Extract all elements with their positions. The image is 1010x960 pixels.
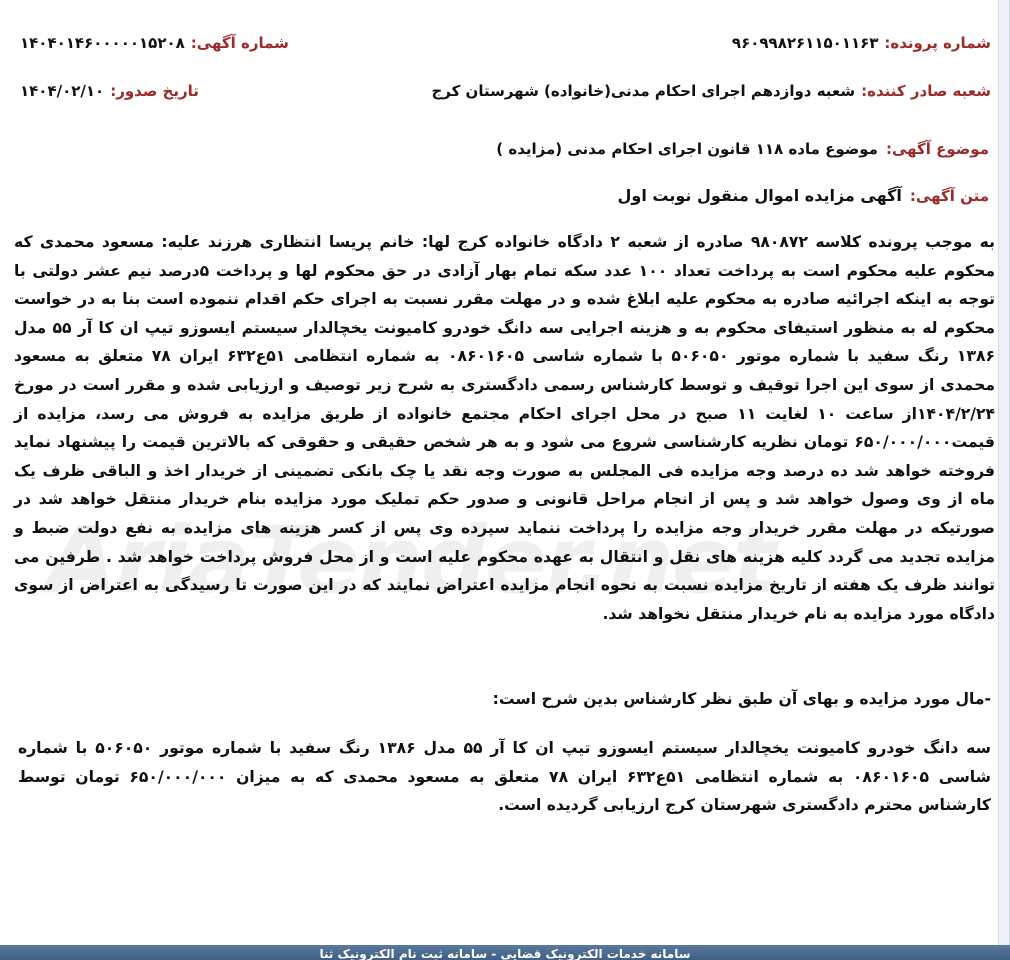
case-number: ۹۶۰۹۹۸۲۶۱۱۵۰۱۱۶۳: [731, 34, 879, 52]
notice-number: ۱۴۰۴۰۱۴۶۰۰۰۰۰۱۵۲۰۸: [20, 34, 185, 52]
meta-row-branch: تاریخ صدور: ۱۴۰۴/۰۲/۱۰ شعبه صادر کننده: …: [20, 76, 991, 106]
issuing-branch-label: شعبه صادر کننده:: [861, 82, 991, 100]
notice-text-label: متن آگهی:: [909, 186, 989, 205]
issuing-branch: شعبه دوازدهم اجرای احکام مدنی(خانواده) ش…: [431, 82, 856, 100]
notice-number-label: شماره آگهی:: [190, 34, 289, 52]
meta-row-numbers: شماره آگهی: ۱۴۰۴۰۱۴۶۰۰۰۰۰۱۵۲۰۸ شماره پرو…: [20, 28, 991, 58]
case-number-pair: شماره پرونده: ۹۶۰۹۹۸۲۶۱۱۵۰۱۱۶۳: [732, 34, 991, 52]
issue-date: ۱۴۰۴/۰۲/۱۰: [20, 82, 105, 100]
case-number-label: شماره پرونده:: [884, 34, 991, 52]
subject-value: موضوع ماده ۱۱۸ قانون اجرای احکام مدنی (م…: [496, 140, 878, 158]
notice-text-row: متن آگهی: آگهی مزایده اموال منقول نوبت ا…: [618, 186, 989, 205]
notice-body: به موجب پرونده کلاسه ۹۸۰۸۷۲ صادره از شعب…: [14, 233, 996, 623]
footer-bar: سامانه خدمات الکترونیک قضایی - سامانه ثب…: [0, 945, 1010, 960]
item-details: سه دانگ خودرو کامیونت یخچالدار سیستم ایس…: [18, 739, 991, 815]
subject-label: موضوع آگهی:: [885, 140, 989, 158]
subject-row: موضوع آگهی: موضوع ماده ۱۱۸ قانون اجرای ا…: [496, 140, 989, 158]
scrollbar-track[interactable]: [998, 0, 1009, 945]
issuing-branch-pair: شعبه صادر کننده: شعبه دوازدهم اجرای احکا…: [431, 82, 991, 100]
footer-text[interactable]: سامانه خدمات الکترونیک قضایی - سامانه ثب…: [319, 947, 690, 960]
notice-number-pair: شماره آگهی: ۱۴۰۴۰۱۴۶۰۰۰۰۰۱۵۲۰۸: [20, 34, 289, 52]
issue-date-label: تاریخ صدور:: [110, 82, 199, 100]
items-heading: -مال مورد مزایده و بهای آن طبق نظر کارشن…: [492, 690, 991, 708]
notice-text-value: آگهی مزایده اموال منقول نوبت اول: [617, 186, 902, 205]
notice-page: شماره آگهی: ۱۴۰۴۰۱۴۶۰۰۰۰۰۱۵۲۰۸ شماره پرو…: [0, 0, 1010, 945]
issue-date-pair: تاریخ صدور: ۱۴۰۴/۰۲/۱۰: [20, 82, 199, 100]
